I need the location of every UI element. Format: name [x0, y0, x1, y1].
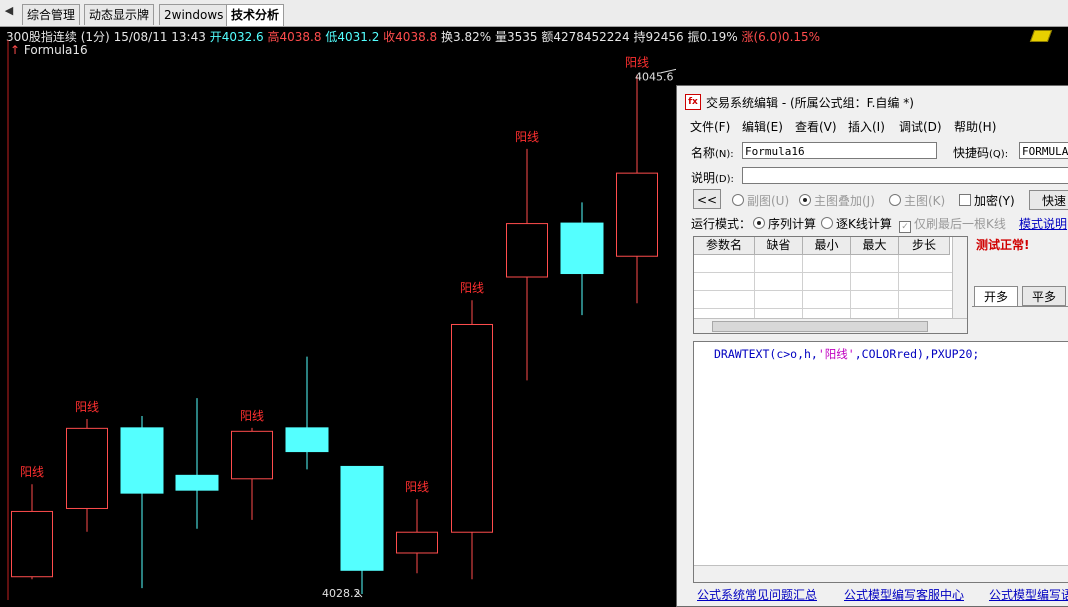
yang-line-label: 阳线	[20, 465, 44, 479]
table-vertical-scrollbar[interactable]	[952, 237, 967, 319]
tab-close-long[interactable]: 平多	[1022, 286, 1066, 306]
refresh-last-bar-checkbox[interactable]: ✓ 仅刷最后一根K线	[899, 215, 1006, 233]
menu-view[interactable]: 查看(V)	[795, 118, 837, 135]
option-main-chart[interactable]: 主图(K)	[889, 192, 945, 209]
fast-button[interactable]: 快速	[1029, 190, 1068, 210]
high-price-label: 4045.6	[635, 71, 674, 84]
formula-app-icon: fx	[685, 94, 701, 110]
name-label: 名称(N):	[691, 146, 734, 160]
yang-line-label: 阳线	[625, 56, 649, 70]
candle-body-yang	[506, 223, 548, 278]
amplitude: 振0.19%	[687, 30, 738, 44]
col-min[interactable]: 最小	[803, 237, 851, 255]
candle-body-yang	[451, 323, 493, 533]
col-step[interactable]: 步长	[899, 237, 950, 255]
link-formula-writing[interactable]: 公式模型编写语	[989, 586, 1068, 603]
dialog-title: 交易系统编辑 - (所属公式组：F.自编 *)	[706, 96, 914, 110]
code-line: DRAWTEXT(c>o,h,'阳线',COLORred),PXUP20;	[714, 347, 980, 361]
candlestick-chart: 阳线阳线阳线阳线阳线阳线阳线4045.64028.2	[7, 40, 676, 600]
candle-body-yang	[396, 531, 438, 554]
candle-body-yin	[285, 427, 329, 453]
candle-body-yang	[231, 430, 273, 480]
col-default[interactable]: 缺省	[755, 237, 803, 255]
description-input[interactable]	[742, 167, 1068, 184]
encrypt-checkbox[interactable]: 加密(Y)	[959, 192, 1015, 209]
option-subchart[interactable]: 副图(U)	[732, 192, 789, 209]
menu-edit[interactable]: 编辑(E)	[742, 118, 783, 135]
yang-line-label: 阳线	[405, 480, 429, 494]
dialog-menu-bar: 文件(F) 编辑(E) 查看(V) 插入(I) 调试(D) 帮助(H)	[677, 116, 1068, 136]
test-status-text: 测试正常!	[976, 238, 1030, 252]
yang-line-label: 阳线	[75, 400, 99, 414]
run-mode-sequence[interactable]: 序列计算	[753, 215, 816, 232]
low-price-label: 4028.2	[322, 587, 361, 600]
link-faq[interactable]: 公式系统常见问题汇总	[697, 586, 817, 603]
yang-line-label: 阳线	[460, 281, 484, 295]
menu-file[interactable]: 文件(F)	[690, 118, 730, 135]
code-horizontal-scrollbar[interactable]	[694, 565, 1068, 582]
candle-body-yang	[66, 427, 108, 509]
yang-line-label: 阳线	[515, 130, 539, 144]
price-change: 涨(6.0)0.15%	[741, 30, 821, 44]
yang-line-label: 阳线	[240, 409, 264, 423]
candle-body-yang	[11, 510, 53, 578]
side-tab-panel	[972, 306, 1068, 331]
tab-open-long[interactable]: 开多	[974, 286, 1018, 306]
candle-body-yin	[175, 474, 219, 491]
link-support-center[interactable]: 公式模型编写客服中心	[844, 586, 964, 603]
dialog-title-bar[interactable]: fx 交易系统编辑 - (所属公式组：F.自编 *)	[677, 86, 1068, 116]
trading-system-editor-dialog: fx 交易系统编辑 - (所属公式组：F.自编 *) 文件(F) 编辑(E) 查…	[676, 85, 1068, 607]
formula-code-editor[interactable]: DRAWTEXT(c>o,h,'阳线',COLORred),PXUP20;	[693, 341, 1068, 583]
name-input[interactable]: Formula16	[742, 142, 937, 159]
menu-help[interactable]: 帮助(H)	[954, 118, 996, 135]
shortcut-input[interactable]: FORMULA1	[1019, 142, 1068, 159]
table-horizontal-scrollbar[interactable]	[694, 318, 967, 333]
col-param-name[interactable]: 参数名	[694, 237, 755, 255]
col-max[interactable]: 最大	[851, 237, 899, 255]
mode-help-link[interactable]: 模式说明	[1019, 215, 1067, 232]
candle-body-yin	[120, 427, 164, 494]
collapse-button[interactable]: <<	[693, 189, 721, 209]
menu-debug[interactable]: 调试(D)	[899, 118, 942, 135]
candle-body-yin	[340, 465, 384, 571]
shortcut-label: 快捷码(Q):	[953, 146, 1009, 160]
run-mode-per-bar[interactable]: 逐K线计算	[821, 215, 892, 232]
candle-body-yin	[560, 222, 604, 275]
option-main-overlay[interactable]: 主图叠加(J)	[799, 192, 875, 209]
description-label: 说明(D):	[691, 171, 734, 185]
candle-body-yang	[616, 172, 658, 257]
parameter-table: 参数名 缺省 最小 最大 步长	[693, 236, 968, 334]
menu-insert[interactable]: 插入(I)	[848, 118, 885, 135]
run-mode-label: 运行模式：	[691, 217, 752, 231]
